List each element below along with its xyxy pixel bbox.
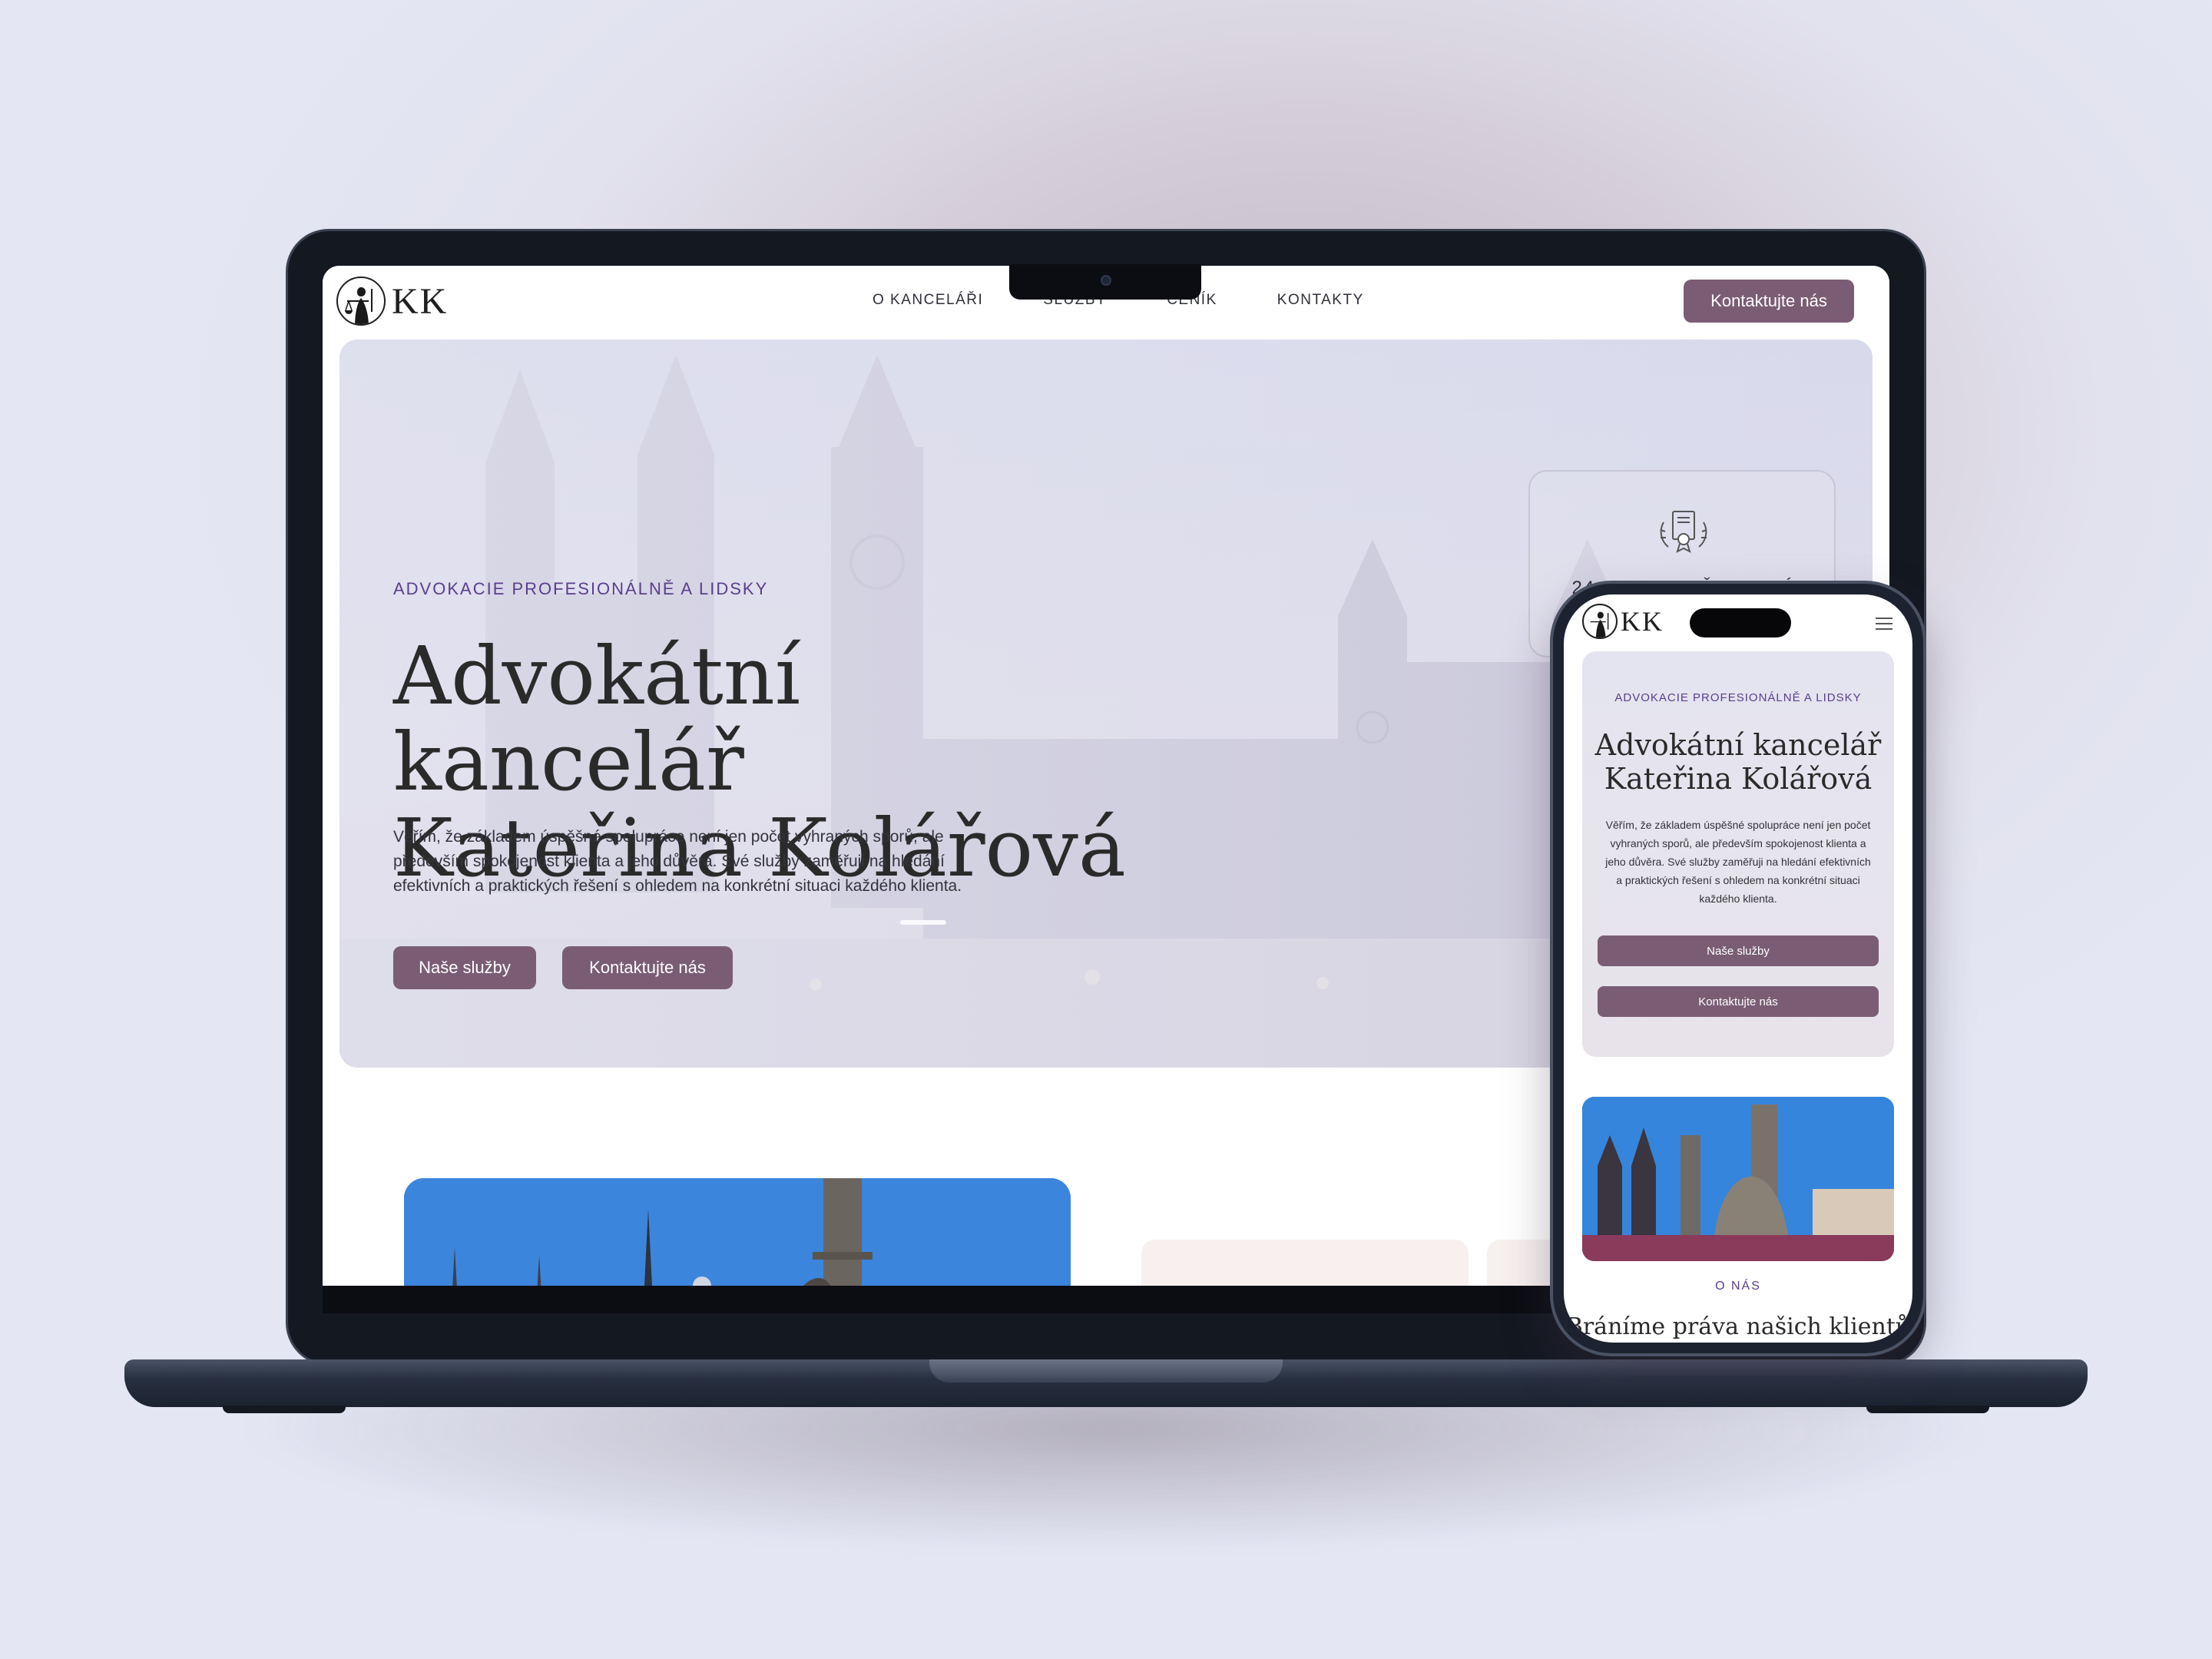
carousel-indicator[interactable] <box>900 920 946 925</box>
laptop-notch <box>1009 264 1201 300</box>
camera-icon <box>1101 275 1111 286</box>
mobile-site-logo[interactable]: KK <box>1582 604 1664 639</box>
laptop-foot-left <box>223 1406 346 1413</box>
service-card-1 <box>1141 1240 1469 1286</box>
nav-link-o-kancelari[interactable]: O KANCELÁŘI <box>873 292 983 309</box>
mobile-contact-button[interactable]: Kontaktujte nás <box>1598 986 1879 1017</box>
mobile-hero-title-line1: Advokátní kancelář <box>1594 728 1882 762</box>
mobile-about-label: O NÁS <box>1715 1280 1761 1293</box>
mobile-hero-eyebrow: ADVOKACIE PROFESIONÁLNĚ A LIDSKY <box>1614 691 1862 704</box>
mobile-logo-text: KK <box>1621 606 1664 637</box>
mobile-hero-description: Věřím, že základem úspěšné spolupráce ne… <box>1605 819 1871 905</box>
hamburger-menu-icon[interactable] <box>1876 618 1892 630</box>
about-image <box>404 1178 1071 1286</box>
hero-eyebrow: ADVOKACIE PROFESIONÁLNĚ A LIDSKY <box>393 579 769 598</box>
nav-link-kontakty[interactable]: KONTAKTY <box>1277 292 1364 309</box>
certificate-icon <box>1660 511 1707 553</box>
hero-description: Věřím, že základem úspěšné spolupráce ne… <box>393 828 962 895</box>
justice-logo-icon <box>336 276 386 326</box>
services-button[interactable]: Naše služby <box>393 946 536 989</box>
phone-screen: KK ADVOKACIE PROFESIONÁLNĚ A LIDSKY Advo… <box>1564 594 1912 1343</box>
mobile-hero-title-line2: Kateřina Kolářová <box>1604 762 1873 796</box>
mobile-hero-title: Advokátní kancelář Kateřina Kolářová <box>1582 728 1894 796</box>
mobile-about-image <box>1582 1097 1894 1261</box>
mobile-hero-section: ADVOKACIE PROFESIONÁLNĚ A LIDSKY Advokát… <box>1582 651 1894 1057</box>
hero-title-line1: Advokátní kancelář <box>393 629 801 809</box>
logo-text: KK <box>392 280 449 322</box>
laptop-trackpad-groove <box>929 1359 1283 1382</box>
header-contact-button[interactable]: Kontaktujte nás <box>1684 280 1854 323</box>
laptop-foot-right <box>1866 1406 1989 1413</box>
hero-contact-button[interactable]: Kontaktujte nás <box>562 946 733 989</box>
dynamic-island <box>1690 608 1791 637</box>
mobile-services-button[interactable]: Naše služby <box>1598 935 1879 966</box>
site-logo[interactable]: KK <box>336 276 448 326</box>
mobile-about-title: Bráníme práva našich klientů <box>1565 1313 1911 1340</box>
mobile-justice-logo-icon <box>1582 604 1618 639</box>
